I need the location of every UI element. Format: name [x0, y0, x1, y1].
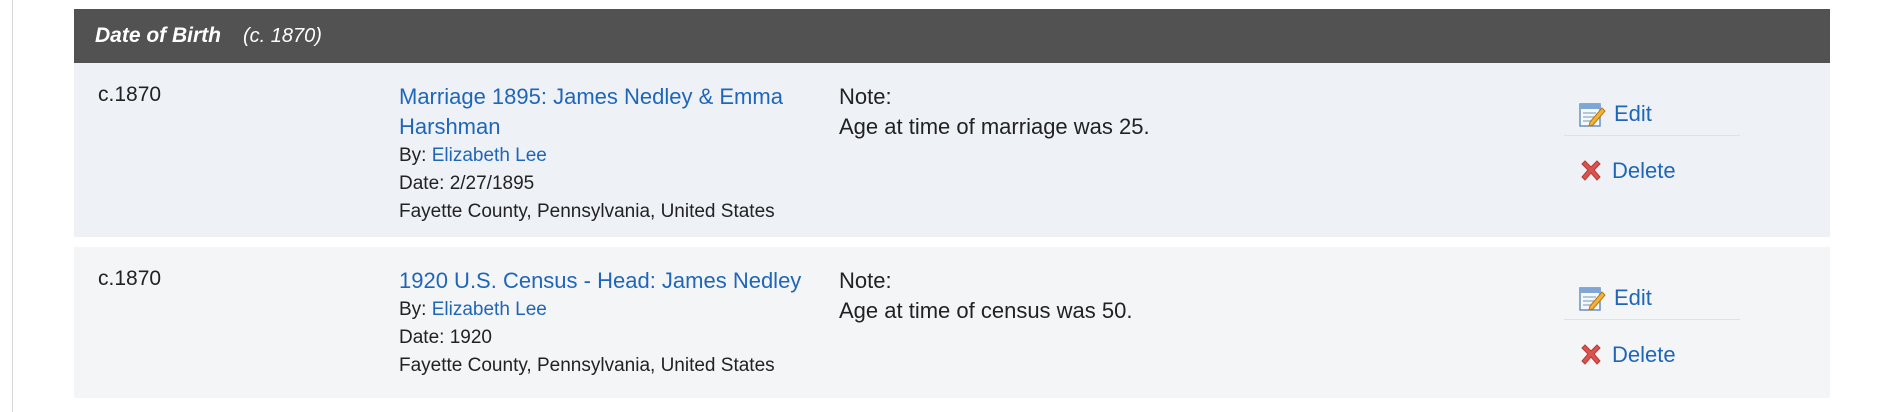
- by-prefix: By:: [399, 299, 432, 320]
- delete-label: Delete: [1612, 342, 1676, 367]
- section-title: Date of Birth: [95, 24, 221, 47]
- edit-button[interactable]: Edit: [1564, 277, 1740, 320]
- delete-icon: [1581, 344, 1601, 365]
- author-link[interactable]: Elizabeth Lee: [432, 299, 547, 320]
- section-header: Date of Birth (c. 1870): [74, 9, 1830, 63]
- fact-date: c.1870: [98, 267, 162, 290]
- delete-label: Delete: [1612, 158, 1676, 183]
- note-text: Age at time of marriage was 25.: [839, 114, 1150, 139]
- source-place: Fayette County, Pennsylvania, United Sta…: [399, 201, 775, 222]
- author-link[interactable]: Elizabeth Lee: [432, 145, 547, 166]
- edit-label: Edit: [1614, 101, 1652, 126]
- row-actions: Edit Delete: [1564, 93, 1740, 192]
- delete-button[interactable]: Delete: [1564, 334, 1740, 376]
- source-author: By: Elizabeth Lee: [399, 296, 809, 324]
- source-title-link[interactable]: 1920 U.S. Census - Head: James Nedley: [399, 266, 809, 296]
- edit-icon: [1579, 287, 1606, 311]
- source-place: Fayette County, Pennsylvania, United Sta…: [399, 355, 775, 376]
- source-date: Date: 2/27/1895: [399, 173, 535, 194]
- fact-date: c.1870: [98, 83, 162, 106]
- source-date: Date: 1920: [399, 327, 492, 348]
- source-citation: Marriage 1895: James Nedley & Emma Harsh…: [399, 82, 809, 226]
- note-label: Note:: [839, 268, 892, 293]
- edit-label: Edit: [1614, 285, 1652, 310]
- note: Note: Age at time of census was 50.: [839, 266, 1133, 326]
- section-date: (c. 1870): [243, 24, 322, 47]
- row-actions: Edit Delete: [1564, 277, 1740, 376]
- fact-row: c.1870 Marriage 1895: James Nedley & Emm…: [74, 63, 1830, 237]
- fact-row: c.1870 1920 U.S. Census - Head: James Ne…: [74, 247, 1830, 398]
- note: Note: Age at time of marriage was 25.: [839, 82, 1150, 142]
- edit-icon: [1579, 103, 1606, 127]
- source-title-link[interactable]: Marriage 1895: James Nedley & Emma Harsh…: [399, 82, 809, 142]
- delete-icon: [1581, 160, 1601, 181]
- note-label: Note:: [839, 84, 892, 109]
- edit-button[interactable]: Edit: [1564, 93, 1740, 136]
- source-citation: 1920 U.S. Census - Head: James Nedley By…: [399, 266, 809, 380]
- delete-button[interactable]: Delete: [1564, 150, 1740, 192]
- note-text: Age at time of census was 50.: [839, 298, 1133, 323]
- source-author: By: Elizabeth Lee: [399, 142, 809, 170]
- by-prefix: By:: [399, 145, 432, 166]
